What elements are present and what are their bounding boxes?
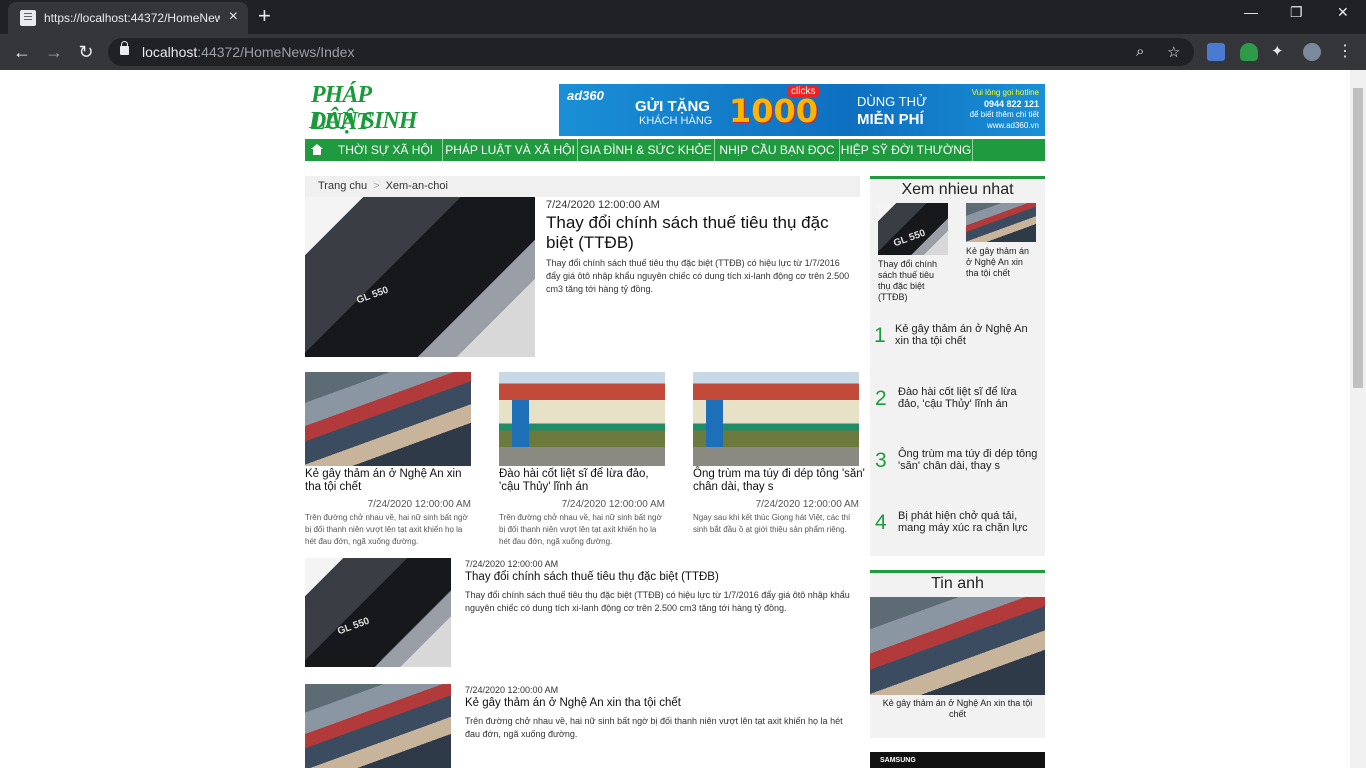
rank-number: 2 [875, 387, 887, 410]
featured-article-title[interactable]: Thay đổi chính sách thuế tiêu thụ đặc bi… [546, 213, 846, 253]
extensions-puzzle-icon[interactable]: ✦ [1271, 43, 1289, 61]
grid-article-date: 7/24/2020 12:00:00 AM [755, 499, 859, 510]
tab-title: https://localhost:44372/HomeNews/Index [44, 11, 220, 25]
nav-item-phap-luat-va-xa-hoi[interactable]: PHÁP LUẬT VÀ XÃ HỘI [443, 139, 578, 161]
window-close-button[interactable]: ✕ [1337, 4, 1349, 21]
ad-website: www.ad360.vn [986, 121, 1039, 130]
ranked-article-link[interactable]: Kẻ gây thảm án ở Nghệ An xin tha tội chế… [895, 323, 1035, 347]
minimize-button[interactable]: — [1244, 4, 1258, 20]
list-article-date: 7/24/2020 12:00:00 AM [465, 685, 559, 695]
breadcrumb: Trang chu > Xem-an-choi [305, 176, 860, 197]
page-icon [20, 10, 36, 26]
ad-banner[interactable]: ad360 GỬI TẶNG KHÁCH HÀNG 1000 clicks DÙ… [559, 84, 1045, 136]
featured-article-image[interactable] [305, 197, 535, 357]
nav-item-thoi-su-xa-hoi[interactable]: THỜI SỰ XÃ HỘI [329, 139, 443, 161]
photo-news-image[interactable] [870, 597, 1045, 695]
grid-article-image[interactable] [499, 372, 665, 466]
photo-news-caption[interactable]: Kẻ gây thảm án ở Nghệ An xin tha tội chế… [874, 698, 1041, 720]
url-text: localhost:44372/HomeNews/Index [142, 44, 355, 60]
grid-article-date: 7/24/2020 12:00:00 AM [561, 499, 665, 510]
list-article-summary: Thay đổi chính sách thuế tiêu thụ đặc bi… [465, 590, 850, 613]
most-viewed-thumb[interactable] [878, 203, 948, 255]
list-article-date: 7/24/2020 12:00:00 AM [465, 559, 559, 569]
rank-number: 3 [875, 449, 887, 472]
browser-tab[interactable]: https://localhost:44372/HomeNews/Index × [8, 2, 248, 34]
most-viewed-thumb[interactable] [966, 203, 1036, 242]
nav-item-hiep-sy-doi-thuong[interactable]: HIỆP SỸ ĐỜI THƯỜNG [840, 139, 973, 161]
forward-icon[interactable]: → [42, 40, 66, 64]
most-viewed-title: Xem nhieu nhat [901, 181, 1014, 198]
samsung-ad[interactable]: SAMSUNG [870, 752, 1045, 768]
ranked-article-link[interactable]: Ông trùm ma túy đi dép tông 'săn' chân d… [898, 448, 1038, 472]
grid-article-image[interactable] [693, 372, 859, 466]
ad-gift-text: GỬI TẶNG [635, 98, 710, 115]
grid-article-date: 7/24/2020 12:00:00 AM [367, 499, 471, 510]
rank-number: 1 [874, 324, 886, 347]
featured-article-date: 7/24/2020 12:00:00 AM [546, 199, 660, 211]
rank-number: 4 [875, 511, 887, 534]
ranked-article-link[interactable]: Đào hài cốt liệt sĩ để lừa đảo, 'cậu Thủ… [898, 386, 1038, 410]
logo-line2: DÂN SINH [309, 108, 417, 134]
page-scrollbar[interactable] [1350, 70, 1366, 768]
close-tab-icon[interactable]: × [229, 9, 238, 25]
photo-news-title: Tin anh [931, 575, 984, 592]
list-article-image[interactable] [305, 684, 451, 768]
tab-strip: https://localhost:44372/HomeNews/Index ×… [0, 0, 1366, 34]
ad-clicks-badge: clicks [787, 86, 820, 97]
most-viewed-thumb-caption[interactable]: Kẻ gây thảm án ở Nghệ An xin tha tội chế… [966, 246, 1036, 279]
main-navigation: THỜI SỰ XÃ HỘI PHÁP LUẬT VÀ XÃ HỘI GIA Đ… [305, 139, 1045, 161]
breadcrumb-current[interactable]: Xem-an-choi [386, 180, 448, 192]
zoom-icon[interactable]: ⌕ [1136, 43, 1144, 60]
featured-article-summary: Thay đổi chính sách thuế tiêu thụ đặc bi… [546, 258, 850, 294]
address-bar[interactable]: localhost:44372/HomeNews/Index ⌕ ☆ [108, 38, 1194, 66]
browser-toolbar: ← → ↻ localhost:44372/HomeNews/Index ⌕ ☆… [0, 34, 1366, 70]
shield-extension-icon[interactable] [1240, 43, 1258, 61]
list-article-title[interactable]: Kẻ gây thảm án ở Nghệ An xin tha tội chế… [465, 697, 855, 710]
new-tab-button[interactable]: + [258, 5, 271, 27]
ad-hotline-label: Vui lòng gọi hotline [971, 88, 1039, 97]
web-page: PHÁP LUẬT DÂN SINH ad360 GỬI TẶNG KHÁCH … [0, 70, 1350, 768]
ad-details-text: để biết thêm chi tiết [969, 110, 1039, 119]
bookmark-star-icon[interactable]: ☆ [1167, 43, 1180, 61]
nav-item-gia-dinh-suc-khoe[interactable]: GIA ĐÌNH & SỨC KHỎE [578, 139, 715, 161]
ad-customer-text: KHÁCH HÀNG [639, 115, 713, 127]
back-icon[interactable]: ← [10, 40, 34, 64]
ad-brand: ad360 [567, 88, 604, 103]
grid-article-summary: Ngay sau khi kết thúc Giọng hát Việt, cá… [693, 513, 851, 534]
ad-free-text: MIỄN PHÍ [857, 111, 924, 128]
ad-hotline-number: 0944 822 121 [983, 99, 1039, 109]
samsung-ad-brand: SAMSUNG [880, 757, 916, 764]
breadcrumb-separator: > [373, 180, 380, 192]
ad-big-number: 1000 [729, 92, 819, 130]
list-article-summary: Trên đường chở nhau về, hai nữ sinh bất … [465, 716, 843, 739]
profile-avatar[interactable] [1303, 43, 1321, 61]
grid-article-title[interactable]: Kẻ gây thảm án ở Nghệ An xin tha tội chế… [305, 468, 477, 494]
reload-icon[interactable]: ↻ [74, 40, 98, 64]
translate-extension-icon[interactable] [1207, 43, 1225, 61]
menu-kebab-icon[interactable]: ⋮ [1336, 43, 1354, 61]
list-article-title[interactable]: Thay đổi chính sách thuế tiêu thụ đặc bi… [465, 571, 855, 584]
lock-icon [120, 41, 129, 55]
site-logo[interactable]: PHÁP LUẬT DÂN SINH [305, 82, 423, 138]
list-article-image[interactable] [305, 558, 451, 667]
ad-try-text: DÙNG THỬ [857, 94, 928, 109]
grid-article-title[interactable]: Ông trùm ma túy đi dép tông 'săn' chân d… [693, 468, 865, 494]
breadcrumb-home[interactable]: Trang chu [318, 180, 367, 192]
home-icon[interactable] [305, 139, 329, 161]
ranked-article-link[interactable]: Bị phát hiện chở quá tải, mang máy xúc r… [898, 510, 1038, 534]
grid-article-title[interactable]: Đào hài cốt liệt sĩ để lừa đảo, 'cậu Thủ… [499, 468, 671, 494]
scrollbar-thumb[interactable] [1353, 88, 1363, 388]
nav-item-nhip-cau-ban-doc[interactable]: NHỊP CẦU BẠN ĐỌC [715, 139, 840, 161]
maximize-button[interactable]: ❐ [1290, 4, 1303, 21]
most-viewed-thumb-caption[interactable]: Thay đổi chính sách thuế tiêu thụ đặc bi… [878, 259, 946, 303]
grid-article-summary: Trên đường chở nhau về, hai nữ sinh bất … [305, 513, 468, 546]
grid-article-image[interactable] [305, 372, 471, 466]
grid-article-summary: Trên đường chở nhau về, hai nữ sinh bất … [499, 513, 662, 546]
